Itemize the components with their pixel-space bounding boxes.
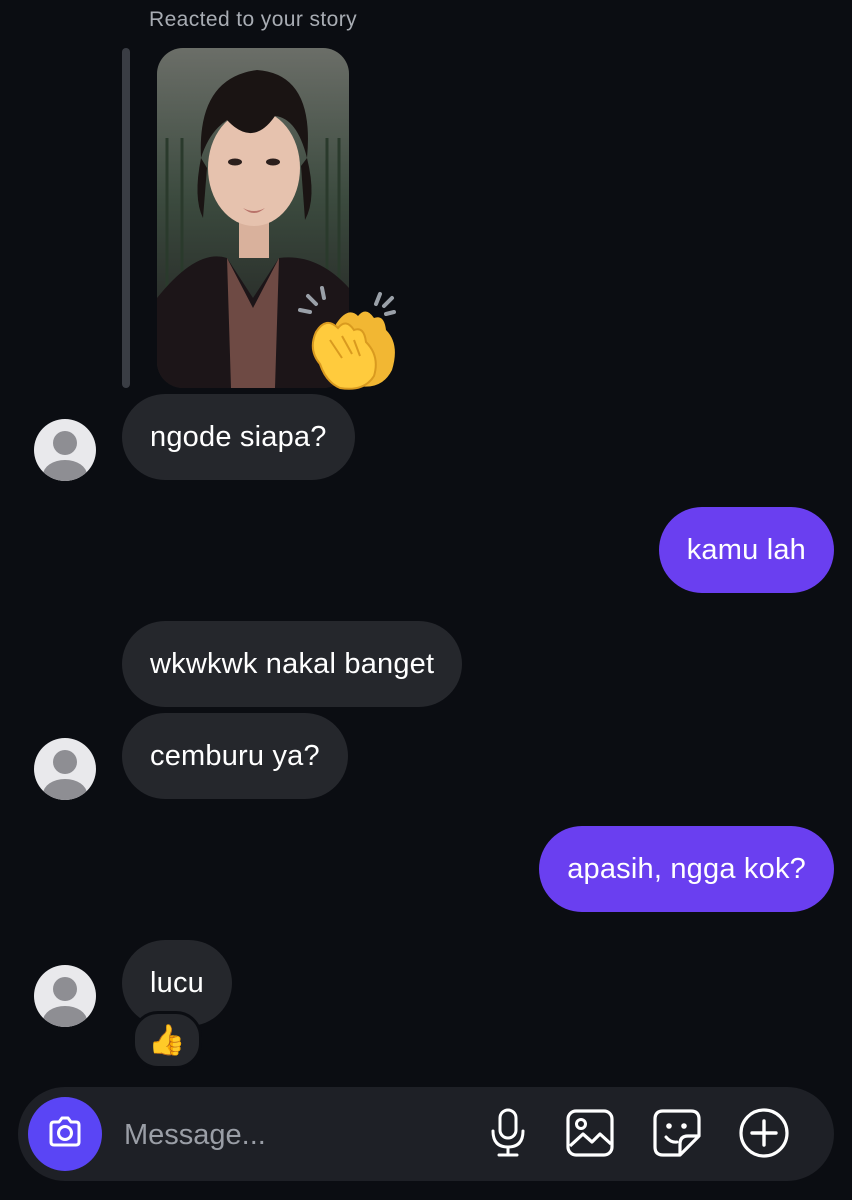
contact-avatar[interactable] <box>34 965 96 1027</box>
add-button[interactable] <box>738 1107 790 1164</box>
sticker-icon <box>652 1108 702 1163</box>
camera-button[interactable] <box>28 1097 102 1171</box>
plus-icon <box>738 1107 790 1164</box>
microphone-icon <box>486 1107 530 1164</box>
gallery-icon <box>565 1108 615 1163</box>
incoming-message-bubble[interactable]: ngode siapa? <box>122 394 355 480</box>
contact-avatar[interactable] <box>34 419 96 481</box>
contact-avatar[interactable] <box>34 738 96 800</box>
story-reply-bar <box>122 48 130 388</box>
incoming-message-bubble[interactable]: cemburu ya? <box>122 713 348 799</box>
chat-screen: Reacted to your story ngode siapa? kamu … <box>0 0 852 1200</box>
message-input[interactable] <box>122 1107 466 1163</box>
gallery-button[interactable] <box>564 1108 616 1163</box>
clapping-hands-emoji <box>296 284 406 394</box>
outgoing-message-bubble[interactable]: kamu lah <box>658 507 834 593</box>
camera-icon <box>45 1112 85 1157</box>
outgoing-message-bubble[interactable]: apasih, ngga kok? <box>539 826 834 912</box>
story-reaction-caption: Reacted to your story <box>149 8 357 31</box>
incoming-message-bubble[interactable]: wkwkwk nakal banget <box>122 621 463 707</box>
thumbs-up-reaction[interactable]: 👍 <box>132 1011 202 1069</box>
microphone-button[interactable] <box>482 1107 534 1164</box>
sticker-button[interactable] <box>651 1108 703 1163</box>
message-composer <box>18 1087 834 1181</box>
